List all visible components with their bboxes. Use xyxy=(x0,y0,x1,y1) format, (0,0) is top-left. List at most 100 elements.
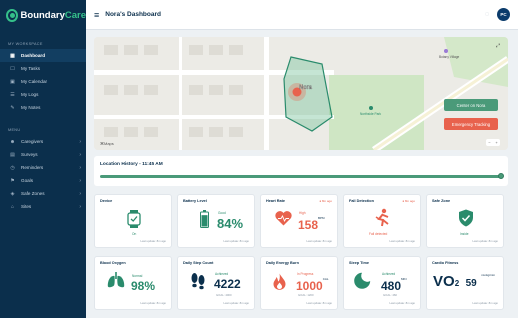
last-update: Last update: 8m ago xyxy=(306,301,332,305)
notes-icon: ✎ xyxy=(10,104,15,111)
zoom-in-icon[interactable]: + xyxy=(495,140,497,145)
location-history-panel: Location History - 11:45 AM xyxy=(94,156,508,186)
park-pin-icon xyxy=(369,106,373,110)
card-title: Cardio Fitness xyxy=(432,261,459,265)
sleep-unit: MIN xyxy=(401,277,407,281)
battery-value: 84% xyxy=(217,216,244,231)
card-title: Device xyxy=(100,199,113,203)
place-pin-icon xyxy=(444,49,448,53)
energy-goal: GOAL: 1200 xyxy=(298,293,314,297)
map-zoom-control[interactable]: − + xyxy=(486,139,500,146)
avatar[interactable]: PC xyxy=(497,8,510,21)
grid-icon: ▦ xyxy=(10,52,15,59)
hamburger-menu-icon[interactable]: ≡ xyxy=(94,10,99,20)
cardio-value: 59 xyxy=(465,278,477,289)
flag-icon: ⚑ xyxy=(10,177,15,184)
steps-status: Achieved xyxy=(215,272,229,276)
emergency-tracking-button[interactable]: Emergency Tracking xyxy=(444,118,498,130)
sidebar: BoundaryCare MY WORKSPACE ▦ Dashboard ☐ My… xyxy=(0,0,86,318)
sidebar-item-my-calendar[interactable]: ▣ My Calendar xyxy=(0,75,86,88)
safe-zone-card[interactable]: Safe Zone Inside Last update: 8m ago xyxy=(426,194,504,248)
brand[interactable]: BoundaryCare xyxy=(0,0,86,30)
energy-burn-card[interactable]: Daily Energy Burn In Progress 1000CAL GO… xyxy=(260,256,338,310)
alert-flag: ● 8m ago xyxy=(402,199,415,203)
sidebar-item-sites[interactable]: ⌂ Sites › xyxy=(0,200,86,213)
fall-detection-card[interactable]: Fall Detection ● 8m ago Fall detected La… xyxy=(343,194,421,248)
card-title: Daily Step Count xyxy=(183,261,214,265)
energy-status: In Progress xyxy=(297,272,314,276)
tasks-icon: ☐ xyxy=(10,65,15,72)
card-title: Blood Oxygen xyxy=(100,261,126,265)
oxygen-status: Normal xyxy=(132,274,143,278)
sidebar-item-my-notes[interactable]: ✎ My Notes xyxy=(0,101,86,114)
menu-heading: MENU xyxy=(8,128,21,132)
cardio-fitness-card[interactable]: Cardio Fitness VO2 59 mL/kg/min Last upd… xyxy=(426,256,504,310)
chevron-right-icon: › xyxy=(79,203,81,210)
last-update: Last update: 8m ago xyxy=(472,301,498,305)
oxygen-value: 98% xyxy=(131,279,156,293)
sidebar-item-my-logs[interactable]: ☰ My Logs xyxy=(0,88,86,101)
center-on-nora-button[interactable]: Center on Nora xyxy=(444,99,498,111)
brand-logo-icon xyxy=(6,8,18,22)
flame-icon xyxy=(273,273,286,295)
page-title: Nora's Dashboard xyxy=(105,11,161,18)
location-map[interactable]: Nora Northside Park Botany Village ⤢ Cen… xyxy=(94,37,508,150)
sidebar-item-reminders[interactable]: ◷ Reminders › xyxy=(0,161,86,174)
place-label: Botany Village xyxy=(439,55,460,59)
road xyxy=(264,37,269,150)
vo2-label: VO2 xyxy=(433,273,460,290)
last-update: Last update: 8m ago xyxy=(306,239,332,243)
bell-icon[interactable]: ◌ xyxy=(485,11,489,18)
falling-person-icon xyxy=(374,208,392,233)
device-card[interactable]: Device On Last update: 8m ago xyxy=(94,194,172,248)
map-attribution: ⌘Maps xyxy=(100,141,114,146)
lungs-icon xyxy=(107,272,125,293)
heart-status: High xyxy=(299,211,306,215)
fall-status: Fall detected xyxy=(369,232,388,236)
sleep-goal: GOAL: 460 xyxy=(383,293,397,297)
steps-value: 4222 xyxy=(214,277,241,291)
chevron-right-icon: › xyxy=(79,151,81,158)
zoom-out-icon[interactable]: − xyxy=(488,140,490,145)
last-update: Last update: 8m ago xyxy=(389,239,415,243)
calendar-icon: ▣ xyxy=(10,78,15,85)
last-update: Last update: 8m ago xyxy=(223,239,249,243)
reminder-icon: ◷ xyxy=(10,164,15,171)
card-title: Daily Energy Burn xyxy=(266,261,299,265)
last-update: Last update: 8m ago xyxy=(472,239,498,243)
sleep-time-card[interactable]: Sleep Time Achieved 480MIN GOAL: 460 Las… xyxy=(343,256,421,310)
battery-card[interactable]: Battery Level Good 84% Last update: 8m a… xyxy=(177,194,255,248)
sidebar-item-goals[interactable]: ⚑ Goals › xyxy=(0,174,86,187)
heart-rate-card[interactable]: Heart Rate ● 8m ago High 158BPM Last upd… xyxy=(260,194,338,248)
slider-handle[interactable] xyxy=(498,173,504,179)
card-title: Safe Zone xyxy=(432,199,451,203)
heart-value: 158 xyxy=(298,218,319,232)
sidebar-item-safe-zones[interactable]: ◈ Safe Zones › xyxy=(0,187,86,200)
fullscreen-icon[interactable]: ⤢ xyxy=(496,43,500,49)
blood-oxygen-card[interactable]: Blood Oxygen Normal 98% Last update: 8m … xyxy=(94,256,172,310)
battery-status: Good xyxy=(218,211,226,215)
chevron-right-icon: › xyxy=(79,138,81,145)
road xyxy=(179,37,182,150)
sidebar-item-dashboard[interactable]: ▦ Dashboard xyxy=(0,49,86,62)
location-history-slider[interactable] xyxy=(100,173,504,179)
alert-flag: ● 8m ago xyxy=(319,199,332,203)
last-update: Last update: 8m ago xyxy=(223,301,249,305)
chevron-right-icon: › xyxy=(79,164,81,171)
heart-icon xyxy=(275,211,292,231)
step-count-card[interactable]: Daily Step Count Achieved 4222 GOAL: 400… xyxy=(177,256,255,310)
chevron-right-icon: › xyxy=(79,190,81,197)
chevron-right-icon: › xyxy=(79,177,81,184)
sidebar-item-surveys[interactable]: ▤ Surveys › xyxy=(0,148,86,161)
workspace-heading: MY WORKSPACE xyxy=(8,42,43,46)
sleep-status: Achieved xyxy=(382,272,396,276)
sidebar-item-caregivers[interactable]: ☻ Caregivers › xyxy=(0,135,86,148)
shield-icon: ◈ xyxy=(10,190,15,197)
marker-label: Nora xyxy=(299,85,313,91)
sidebar-item-my-tasks[interactable]: ☐ My Tasks xyxy=(0,62,86,75)
survey-icon: ▤ xyxy=(10,151,15,158)
card-title: Battery Level xyxy=(183,199,207,203)
site-icon: ⌂ xyxy=(10,203,15,210)
top-bar: ≡ Nora's Dashboard ◌ PC xyxy=(86,0,518,30)
battery-icon xyxy=(200,210,209,233)
